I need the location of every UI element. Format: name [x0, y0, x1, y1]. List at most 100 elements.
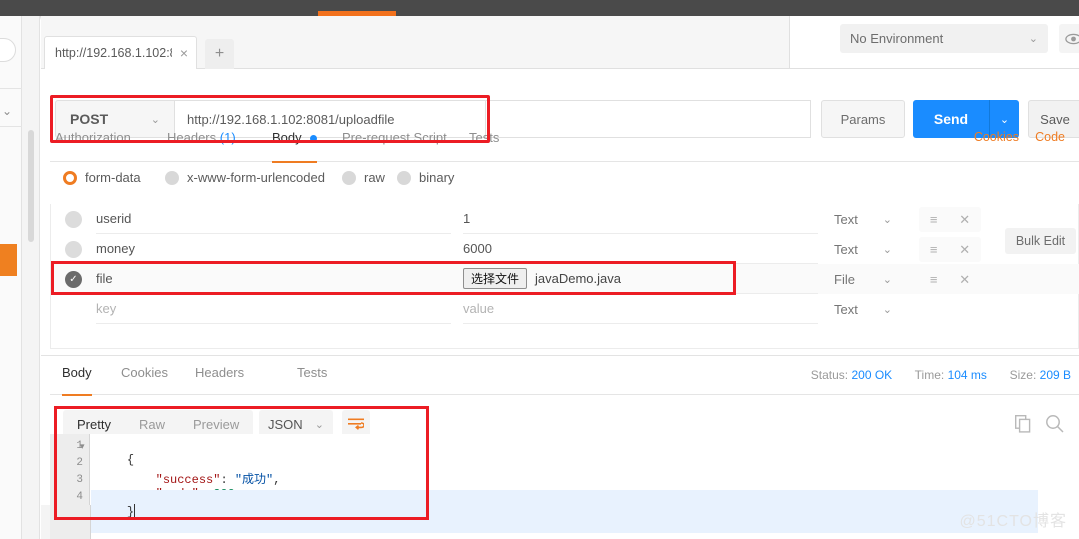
row-key[interactable]: file: [96, 264, 451, 294]
chevron-down-icon: ⌄: [150, 113, 160, 126]
row-delete-icon[interactable]: ✕: [959, 242, 970, 258]
word-wrap-icon-svg: [348, 418, 364, 430]
tab-pre-request-script[interactable]: Pre-request Script: [342, 130, 447, 162]
table-row[interactable]: userid 1 Text ⌄ ≡ ✕: [51, 204, 1079, 234]
form-data-table: userid 1 Text ⌄ ≡ ✕ money 6000 Text ⌄ ≡ …: [50, 204, 1079, 349]
search-icon[interactable]: [1045, 414, 1064, 436]
chevron-down-icon: ⌄: [882, 303, 892, 316]
response-tab-tests[interactable]: Tests: [297, 365, 327, 395]
file-chooser[interactable]: 选择文件 javaDemo.java: [463, 268, 621, 289]
tab-authorization[interactable]: Authorization: [55, 130, 131, 162]
radio-form-data[interactable]: form-data: [63, 170, 141, 185]
tab-tests-label: Tests: [469, 130, 500, 145]
code-line-4: }: [91, 490, 1038, 533]
watermark: @51CTO博客: [959, 513, 1067, 530]
row-delete-icon[interactable]: ✕: [959, 212, 970, 228]
new-tab-button[interactable]: +: [205, 39, 234, 69]
row-enable-checkbox[interactable]: [65, 211, 82, 228]
size-label: Size:: [1009, 368, 1037, 382]
url-input-value: http://192.168.1.102:8081/uploadfile: [187, 111, 395, 127]
row-type-select[interactable]: Text ⌄: [828, 234, 904, 264]
radio-raw-indicator: [342, 170, 356, 185]
response-tab-tests-label: Tests: [297, 365, 328, 380]
code-link[interactable]: Code: [1035, 130, 1065, 144]
sidebar-chevron-down-icon[interactable]: ⌄: [2, 104, 12, 118]
environment-select-label: No Environment: [850, 31, 944, 46]
row-enable-checkbox[interactable]: [65, 241, 82, 258]
code-fold-icon[interactable]: ▾: [80, 441, 99, 452]
response-tab-headers[interactable]: Headers: [195, 365, 244, 395]
response-tab-body-label: Body: [62, 365, 92, 380]
row-value[interactable]: 6000: [463, 234, 818, 264]
row-type-select[interactable]: Text ⌄: [828, 294, 904, 324]
row-description-icon[interactable]: ≡: [930, 272, 938, 287]
chevron-down-icon: ⌄: [882, 273, 892, 286]
close-icon[interactable]: ×: [172, 46, 196, 60]
selected-file-name: javaDemo.java: [535, 271, 622, 286]
row-key-placeholder[interactable]: key: [96, 294, 451, 324]
row-key[interactable]: money: [96, 234, 451, 264]
row-description-icon[interactable]: ≡: [930, 212, 938, 227]
tab-headers[interactable]: Headers (1): [167, 130, 236, 162]
radio-x-www-form-urlencoded-label: x-www-form-urlencoded: [187, 170, 325, 185]
response-tab-body[interactable]: Body: [62, 365, 92, 396]
row-type-label: Text: [834, 241, 858, 257]
response-tab-cookies-label: Cookies: [121, 365, 168, 380]
code-token-comma: ,: [273, 473, 281, 487]
row-type-select[interactable]: Text ⌄: [828, 204, 904, 234]
row-type-label: Text: [834, 301, 858, 317]
table-row[interactable]: money 6000 Text ⌄ ≡ ✕: [51, 234, 1079, 264]
bulk-edit-button[interactable]: Bulk Edit: [1005, 228, 1076, 254]
response-tab-cookies[interactable]: Cookies: [121, 365, 168, 395]
table-row[interactable]: key value Text ⌄: [51, 294, 1079, 324]
radio-binary-indicator: [397, 170, 411, 185]
response-section-tabs: Body Cookies Headers Tests Status: 200 O…: [50, 362, 1079, 396]
radio-binary[interactable]: binary: [397, 170, 454, 185]
row-type-select[interactable]: File ⌄: [828, 264, 904, 294]
code-token-value: "成功": [234, 473, 274, 487]
http-method-label: POST: [70, 111, 109, 127]
environment-select[interactable]: No Environment ⌄: [840, 24, 1048, 53]
tab-body-label: Body: [272, 130, 302, 145]
radio-form-data-label: form-data: [85, 170, 141, 185]
response-tab-body-underline: [62, 394, 92, 396]
chevron-down-icon: ⌄: [882, 243, 892, 256]
response-divider: [41, 355, 1079, 356]
status-value: 200 OK: [851, 368, 893, 382]
radio-raw[interactable]: raw: [342, 170, 385, 185]
sidebar-scrollbar[interactable]: [28, 130, 34, 242]
request-tab-strip: http://192.168.1.102:8 × +: [41, 16, 789, 69]
response-body-editor[interactable]: 1 2 3 4 ▾ { "success": "成功", "code": 200…: [50, 434, 1038, 539]
row-description-icon[interactable]: ≡: [930, 242, 938, 257]
eye-icon[interactable]: [1059, 24, 1079, 53]
view-mode-raw[interactable]: Raw: [125, 417, 179, 432]
view-mode-pretty[interactable]: Pretty: [63, 417, 125, 432]
row-actions: ≡ ✕: [919, 207, 981, 232]
text-caret: [134, 504, 136, 517]
request-bar: POST ⌄ http://192.168.1.102:8081/uploadf…: [41, 69, 1079, 143]
row-enable-checkbox[interactable]: [65, 271, 82, 288]
cookies-link[interactable]: Cookies: [974, 130, 1019, 144]
request-tab[interactable]: http://192.168.1.102:8 ×: [44, 36, 197, 69]
copy-icon[interactable]: [1014, 414, 1032, 436]
choose-file-button[interactable]: 选择文件: [463, 268, 528, 289]
tab-tests[interactable]: Tests: [469, 130, 499, 162]
time-value: 104 ms: [947, 368, 987, 382]
response-meta: Status: 200 OK Time: 104 ms Size: 209 B: [811, 368, 1071, 382]
sidebar-divider-1: [0, 88, 22, 89]
row-delete-icon[interactable]: ✕: [959, 272, 970, 288]
row-value[interactable]: 1: [463, 204, 818, 234]
request-section-tabs: Authorization Headers (1) Body Pre-reque…: [50, 130, 1079, 163]
radio-x-www-form-urlencoded[interactable]: x-www-form-urlencoded: [165, 170, 325, 185]
sidebar-orange-marker: [0, 244, 17, 276]
sidebar-divider-2: [0, 126, 22, 127]
tab-body[interactable]: Body: [272, 130, 318, 163]
sidebar-pill: [0, 38, 16, 62]
view-mode-preview[interactable]: Preview: [179, 417, 253, 432]
row-value-file[interactable]: 选择文件 javaDemo.java: [463, 264, 818, 294]
line-number: 4: [76, 491, 83, 503]
row-key[interactable]: userid: [96, 204, 451, 234]
row-value-placeholder[interactable]: value: [463, 294, 818, 324]
request-tab-label: http://192.168.1.102:8: [55, 46, 172, 60]
table-row[interactable]: file 选择文件 javaDemo.java File ⌄ ≡ ✕: [51, 264, 1079, 294]
